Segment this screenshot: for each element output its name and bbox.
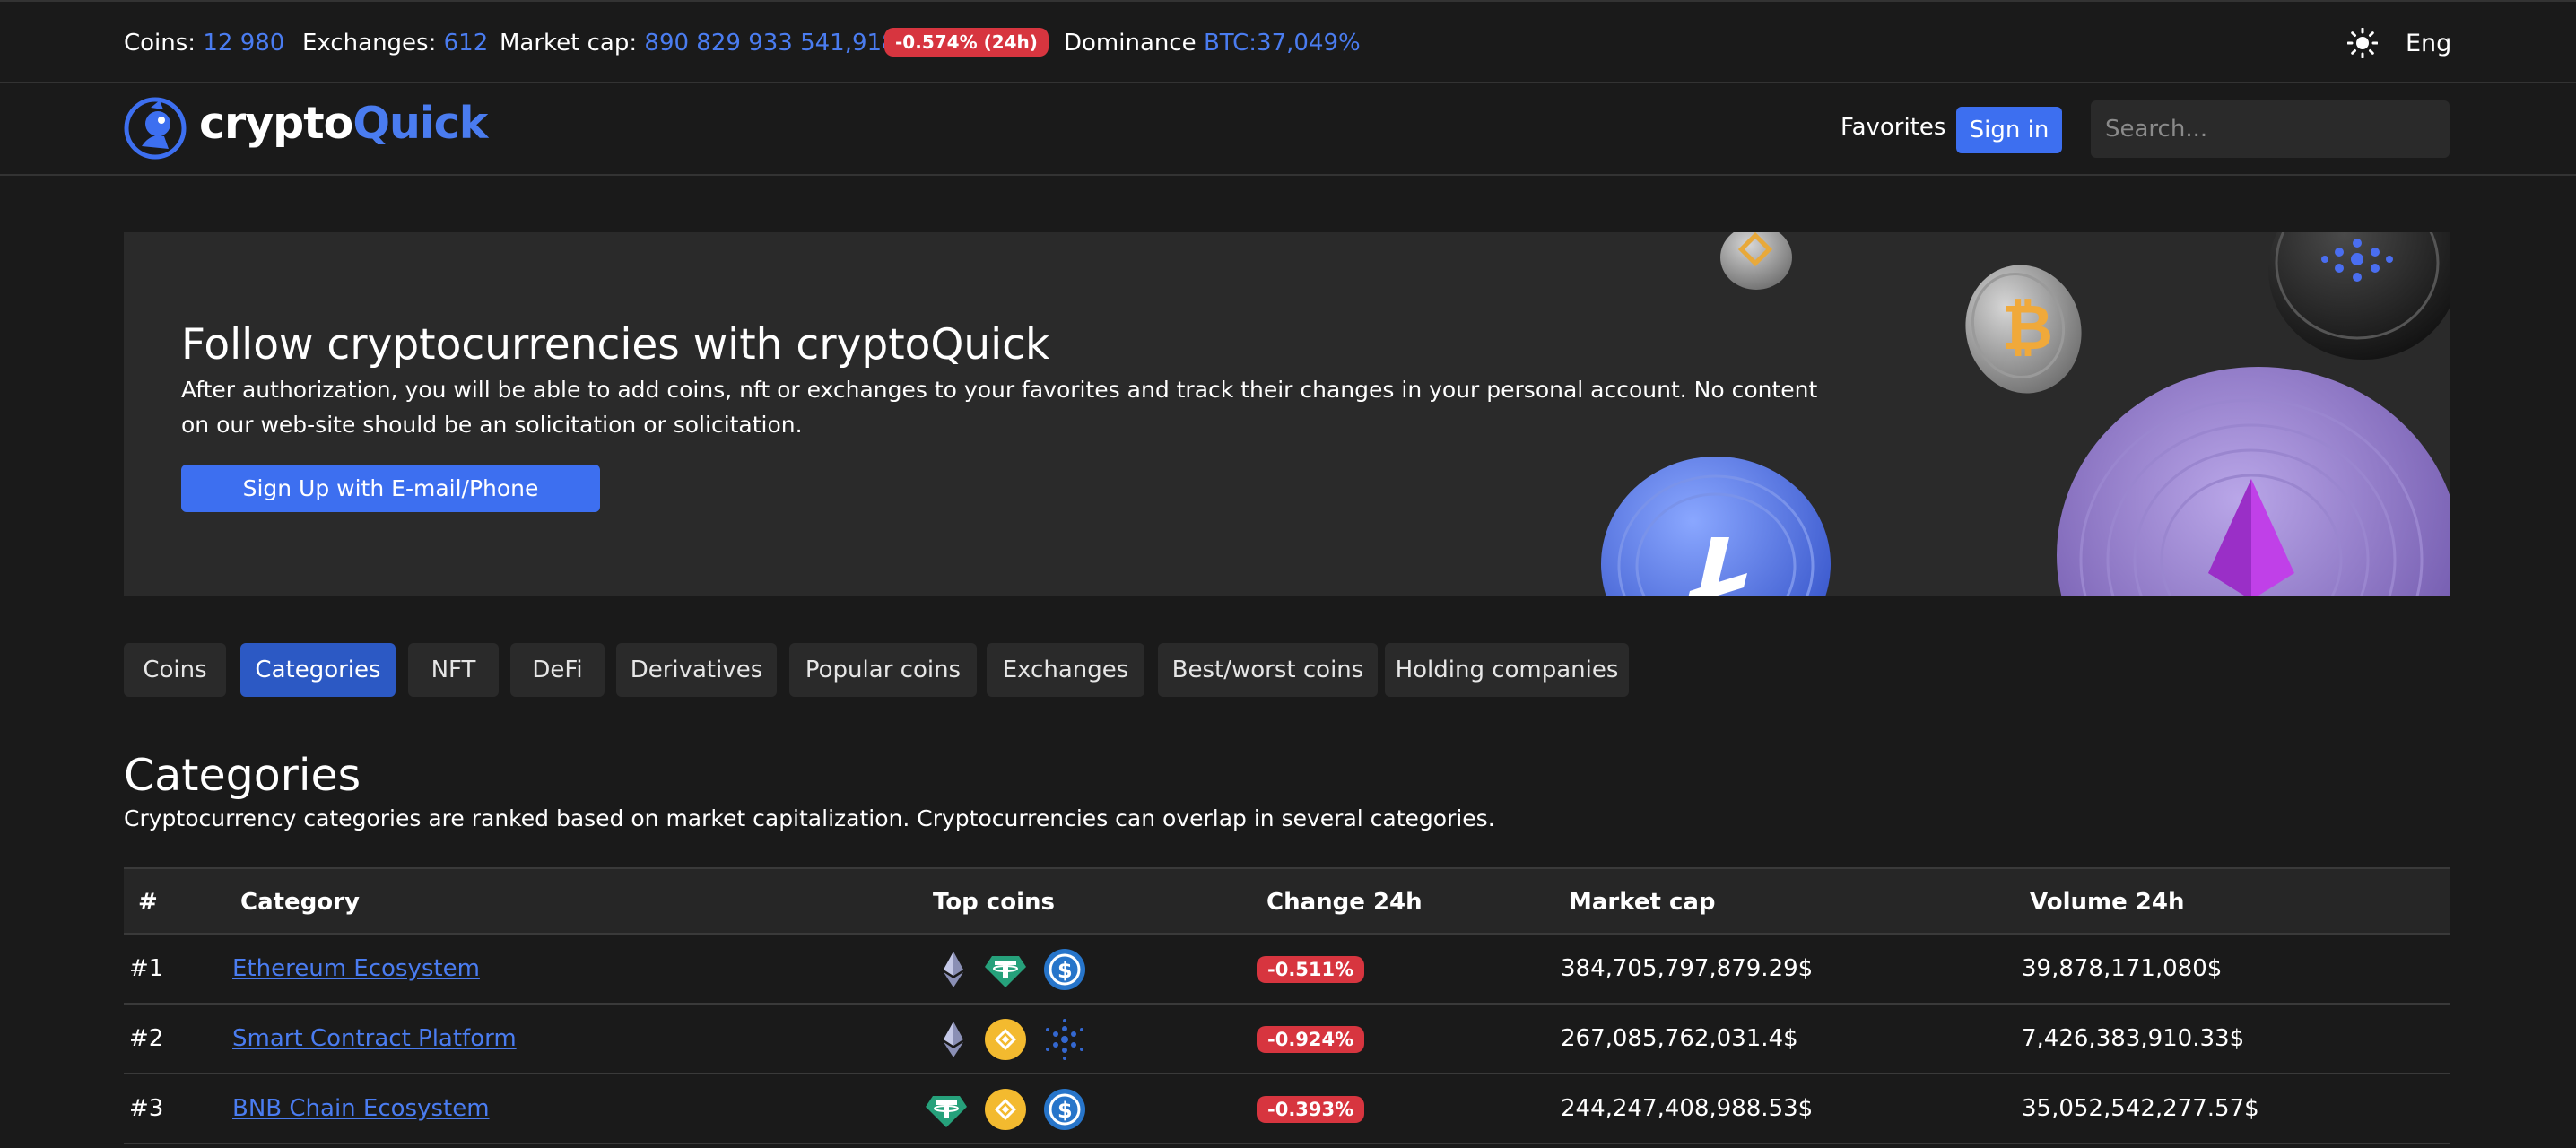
tab-nft[interactable]: NFT [408,643,499,697]
bnb-icon[interactable] [983,1087,1028,1132]
ethereum-icon[interactable] [931,1017,976,1062]
tab-coins[interactable]: Coins [124,643,226,697]
tether-icon[interactable] [983,947,1028,992]
row-rank: #3 [129,1095,164,1122]
volume-cell: 35,052,542,277.57$ [2022,1095,2259,1122]
change-badge: -0.393% [1257,1096,1365,1123]
market-cap-cell: 267,085,762,031.4$ [1561,1025,1798,1052]
banner-description: After authorization, you will be able to… [181,377,1818,438]
ethereum-icon[interactable] [931,947,976,992]
cardano-icon[interactable] [1042,1017,1087,1062]
row-rank: #1 [129,955,164,982]
tab-popular-coins[interactable]: Popular coins [789,643,977,697]
market-cap-value: 890 829 933 541,918$ [644,30,912,57]
tether-icon[interactable] [924,1087,969,1132]
coins-count[interactable]: 12 980 [203,30,284,57]
table-row: #1 Ethereum Ecosystem $ -0.511% 384,705,… [124,935,2450,1004]
category-link[interactable]: Smart Contract Platform [232,1025,517,1052]
column-header-top-coins: Top coins [933,889,1055,916]
site-header: cryptoQuick Favorites Sign in [0,83,2576,176]
dominance-stat: Dominance BTC:37,049% [1064,30,1361,57]
column-header-change-24h[interactable]: Change 24h [1266,889,1423,916]
cardano-coin-image [2268,232,2450,360]
row-rank: #2 [129,1025,164,1052]
bitcoin-coin-image: ₿ [1965,265,2082,394]
search-input[interactable] [2091,100,2450,158]
column-header-category[interactable]: Category [240,889,360,916]
cryptoquick-logo-text[interactable]: cryptoQuick [199,98,488,149]
coins-stat: Coins: 12 980 [124,30,284,57]
page-title: Categories [124,750,361,801]
market-cap-cell: 244,247,408,988.53$ [1561,1095,1814,1122]
tab-holding-companies[interactable]: Holding companies [1385,643,1629,697]
banner-title: Follow cryptocurrencies with cryptoQuick [181,320,1050,370]
tab-categories[interactable]: Categories [240,643,396,697]
page: Coins: 12 980 Exchanges: 612 Market cap:… [0,0,2576,1148]
category-link[interactable]: Ethereum Ecosystem [232,955,480,982]
categories-description: Cryptocurrency categories are ranked bas… [124,805,1495,831]
cryptoquick-logo-icon[interactable] [124,97,187,160]
exchanges-count[interactable]: 612 [444,30,489,57]
favorites-link[interactable]: Favorites [1841,114,1945,141]
category-link[interactable]: BNB Chain Ecosystem [232,1095,490,1122]
tab-derivatives[interactable]: Derivatives [616,643,777,697]
volume-cell: 39,878,171,080$ [2022,955,2223,982]
sign-in-button[interactable]: Sign in [1956,107,2062,153]
ethereum-coin-image [2057,367,2450,596]
exchanges-label: Exchanges: [302,30,437,57]
column-header-volume-24h[interactable]: Volume 24h [2030,889,2184,916]
usdc-icon[interactable]: $ [1042,947,1087,992]
column-header-rank[interactable]: # [138,889,158,916]
dominance-label: Dominance [1064,30,1197,57]
litecoin-coin-image [1601,457,1831,596]
svg-text:₿: ₿ [2002,291,2053,364]
dominance-value: BTC:37,049% [1203,30,1361,57]
table-header: # Category Top coins Change 24h Market c… [124,867,2450,935]
promo-banner: ₿ Follow cryptocurrencies with cryptoQui… [124,232,2450,596]
tab-exchanges[interactable]: Exchanges [987,643,1144,697]
usdc-icon[interactable]: $ [1042,1087,1087,1132]
market-cap-label: Market cap: [500,30,638,57]
table-row: #3 BNB Chain Ecosystem $ -0.393% 244,247… [124,1074,2450,1144]
bnb-icon[interactable] [983,1017,1028,1062]
change-badge: -0.511% [1257,956,1365,983]
sign-up-button[interactable]: Sign Up with E-mail/Phone [181,465,600,512]
change-badge: -0.924% [1257,1026,1365,1053]
bnb-coin-image [1720,232,1792,290]
exchanges-stat: Exchanges: 612 [302,30,488,57]
market-cap-cell: 384,705,797,879.29$ [1561,955,1814,982]
logo-text-crypto: crypto [199,98,353,149]
language-selector[interactable]: Eng [2406,30,2451,57]
tab-defi[interactable]: DeFi [510,643,605,697]
table-row: #2 Smart Contract Platform -0.924% 267,0… [124,1004,2450,1074]
column-header-market-cap[interactable]: Market cap [1569,889,1716,916]
logo-text-quick: Quick [352,98,488,149]
theme-toggle-sun-icon[interactable] [2347,28,2378,58]
volume-cell: 7,426,383,910.33$ [2022,1025,2245,1052]
coins-label: Coins: [124,30,196,57]
svg-text:$: $ [1057,958,1073,983]
market-cap-change-badge: -0.574% (24h) [884,28,1049,57]
tab-best-worst-coins[interactable]: Best/worst coins [1158,643,1378,697]
market-cap-stat: Market cap: 890 829 933 541,918$ [500,30,911,57]
svg-text:$: $ [1057,1098,1073,1123]
market-ticker-bar: Coins: 12 980 Exchanges: 612 Market cap:… [0,0,2576,83]
